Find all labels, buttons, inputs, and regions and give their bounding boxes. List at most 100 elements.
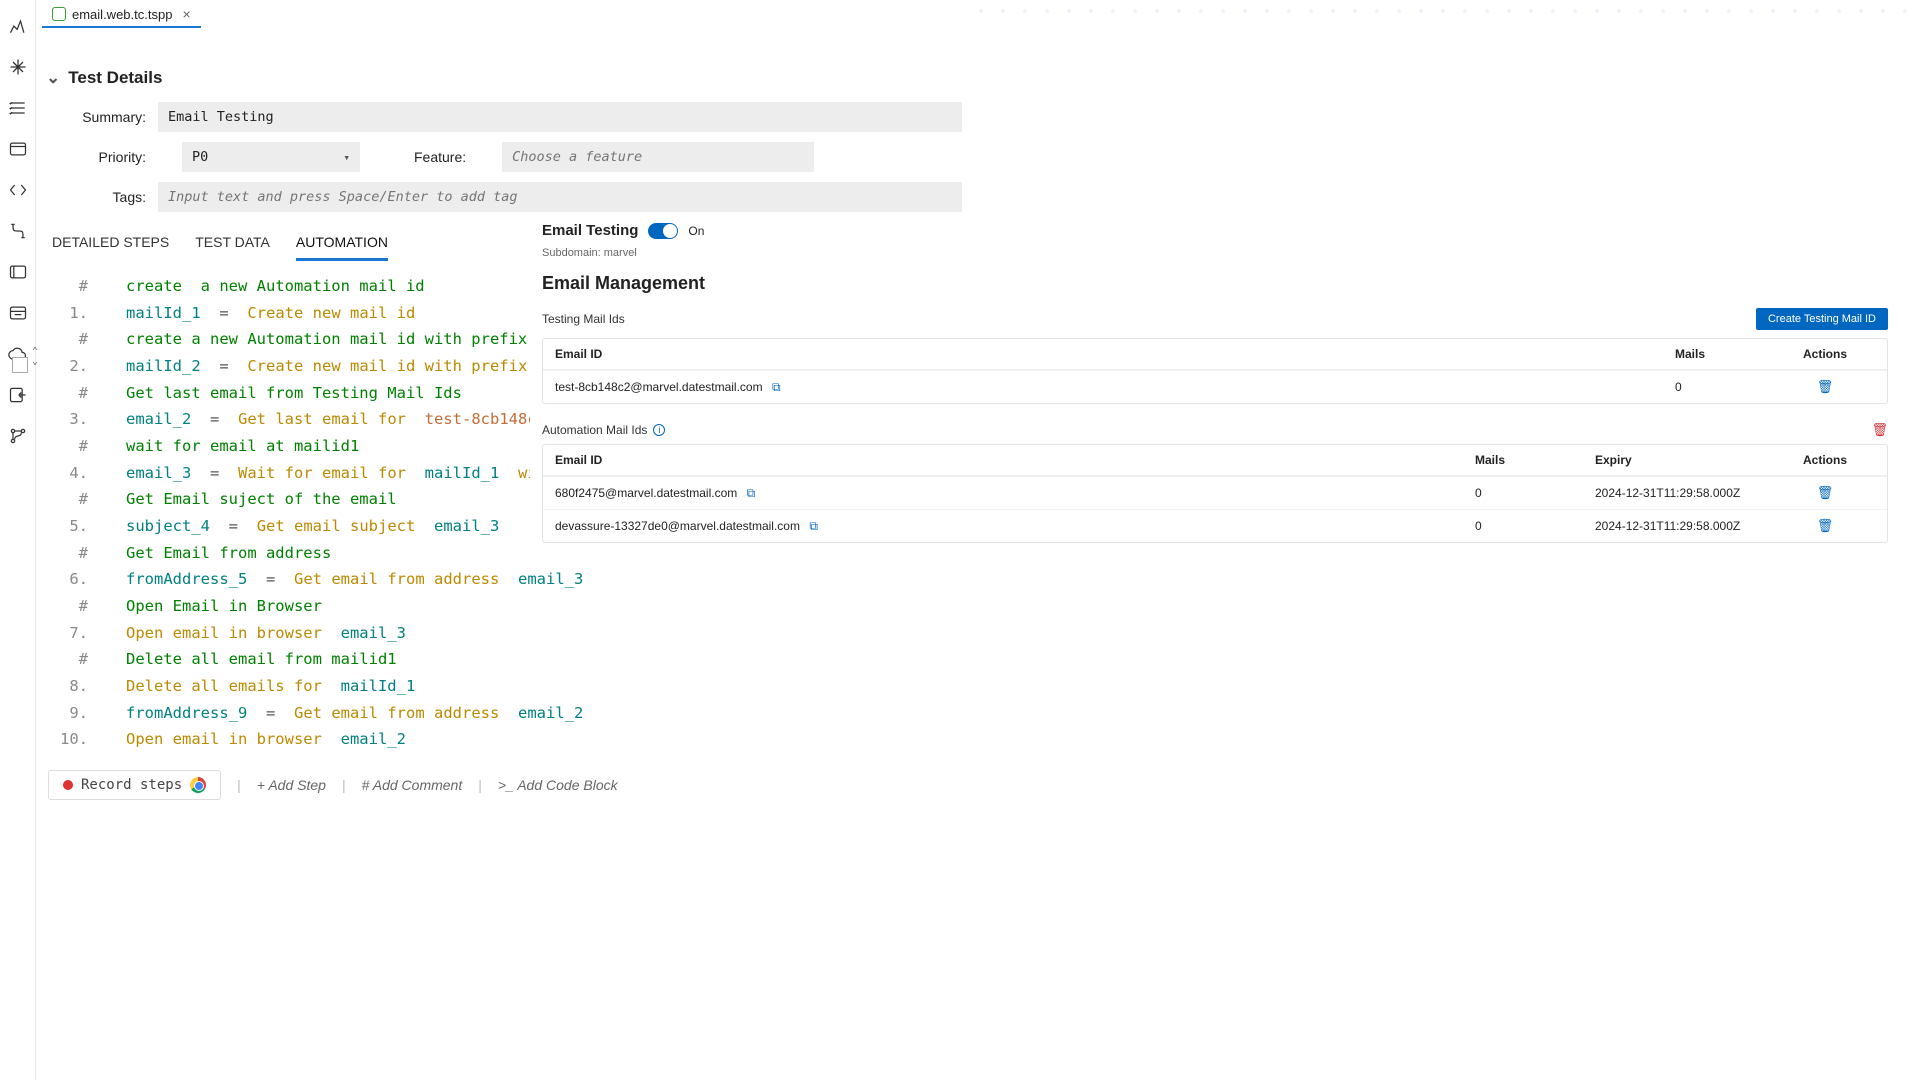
tab-automation[interactable]: AUTOMATION (296, 234, 388, 261)
rail-icon-4[interactable] (8, 139, 28, 162)
step-gutter: # (46, 380, 98, 407)
summary-input[interactable] (158, 102, 962, 132)
subdomain-line: Subdomain: marvel (542, 247, 1888, 259)
step-content: create a new Automation mail id with pre… (98, 326, 527, 353)
add-step-button[interactable]: + Add Step (257, 777, 326, 793)
col-actions: Actions (1775, 347, 1875, 361)
tags-input[interactable] (158, 182, 962, 212)
feature-label: Feature: (414, 149, 466, 165)
step-content: Open email in browser email_3 (98, 620, 406, 647)
rail-icon-branch[interactable] (8, 426, 28, 449)
record-icon (63, 780, 73, 790)
add-code-block-button[interactable]: >_ Add Code Block (498, 777, 618, 793)
mails-cell: 0 (1475, 486, 1595, 500)
step-gutter: 8. (46, 673, 98, 700)
step-content: Open Email in Browser (98, 593, 322, 620)
delete-icon[interactable]: 🗑 (1817, 485, 1834, 500)
step-row[interactable]: 7. Open email in browser email_3 (46, 620, 962, 647)
file-type-icon (52, 7, 66, 21)
separator: | (237, 777, 241, 793)
step-content: Get Email from address (98, 540, 331, 567)
step-gutter: 3. (46, 406, 98, 433)
step-gutter: # (46, 486, 98, 513)
step-gutter: # (46, 540, 98, 567)
rail-icon-5[interactable] (8, 180, 28, 203)
rail-icon-1[interactable] (8, 16, 28, 39)
rail-icon-8[interactable] (8, 303, 28, 326)
step-row[interactable]: 8. Delete all emails for mailId_1 (46, 673, 962, 700)
tab-detailed-steps[interactable]: DETAILED STEPS (52, 234, 169, 261)
file-tab[interactable]: email.web.tc.tspp × (42, 2, 201, 28)
step-content: Get last email from Testing Mail Ids (98, 380, 462, 407)
tab-strip: email.web.tc.tspp × (36, 0, 1920, 30)
expiry-cell: 2024-12-31T11:29:58.000Z (1595, 486, 1775, 500)
step-gutter: 2. (46, 353, 98, 380)
record-steps-button[interactable]: Record steps (48, 770, 221, 800)
automation-mail-table: Email ID Mails Expiry Actions 680f2475@m… (542, 444, 1888, 543)
step-row[interactable]: 6. fromAddress_5 = Get email from addres… (46, 566, 962, 593)
table-row: 680f2475@marvel.datestmail.com ⧉02024-12… (543, 476, 1887, 509)
col-email: Email ID (555, 347, 1675, 361)
col-email: Email ID (555, 453, 1475, 467)
priority-select[interactable]: P0 ▾ (182, 142, 360, 172)
step-row[interactable]: # Delete all email from mailid1 (46, 646, 962, 673)
delete-icon[interactable]: 🗑 (1817, 518, 1834, 533)
rail-icon-2[interactable] (8, 57, 28, 80)
section-title[interactable]: ⌄ Test Details (46, 68, 962, 88)
step-gutter: # (46, 593, 98, 620)
rail-icon-6[interactable] (8, 221, 28, 244)
create-testing-mail-id-button[interactable]: Create Testing Mail ID (1756, 308, 1888, 330)
action-bar: Record steps | + Add Step | # Add Commen… (48, 770, 618, 800)
step-gutter: 4. (46, 460, 98, 487)
panel-title: Email Testing (542, 222, 638, 239)
separator: | (478, 777, 482, 793)
step-gutter: 5. (46, 513, 98, 540)
email-cell: test-8cb148c2@marvel.datestmail.com ⧉ (555, 380, 1675, 395)
panel-heading: Email Management (542, 273, 1888, 294)
step-content: Delete all emails for mailId_1 (98, 673, 415, 700)
step-row[interactable]: # Open Email in Browser (46, 593, 962, 620)
delete-icon[interactable]: 🗑 (1817, 379, 1834, 394)
step-content: mailId_2 = Create new mail id with prefi… (98, 353, 527, 380)
step-content: email_2 = Get last email for test-8cb148… (98, 406, 546, 433)
copy-icon[interactable]: ⧉ (772, 380, 781, 394)
step-content: wait for email at mailid1 (98, 433, 359, 460)
rail-icon-7[interactable] (8, 262, 28, 285)
tags-label: Tags: (46, 189, 146, 205)
step-gutter: # (46, 326, 98, 353)
table-row: test-8cb148c2@marvel.datestmail.com ⧉0 🗑 (543, 370, 1887, 403)
expiry-cell: 2024-12-31T11:29:58.000Z (1595, 519, 1775, 533)
step-content: fromAddress_5 = Get email from address e… (98, 566, 583, 593)
step-content: Get Email suject of the email (98, 486, 397, 513)
add-comment-button[interactable]: # Add Comment (362, 777, 463, 793)
step-row[interactable]: 9. fromAddress_9 = Get email from addres… (46, 700, 962, 727)
delete-all-icon[interactable]: 🗑 (1871, 422, 1888, 438)
email-cell: 680f2475@marvel.datestmail.com ⧉ (555, 486, 1475, 501)
close-icon[interactable]: × (182, 6, 190, 22)
col-expiry: Expiry (1595, 453, 1775, 467)
step-gutter: # (46, 433, 98, 460)
step-gutter: # (46, 646, 98, 673)
priority-value: P0 (192, 149, 208, 165)
step-row[interactable]: 10. Open email in browser email_2 (46, 726, 962, 753)
mails-cell: 0 (1475, 519, 1595, 533)
step-gutter: # (46, 273, 98, 300)
copy-icon[interactable]: ⧉ (809, 519, 818, 533)
step-gutter: 10. (46, 726, 98, 753)
mails-cell: 0 (1675, 380, 1775, 394)
info-icon[interactable]: i (653, 424, 665, 436)
chevron-down-icon: ▾ (343, 151, 350, 164)
rail-icon-import[interactable] (8, 385, 28, 408)
step-content: Open email in browser email_2 (98, 726, 406, 753)
rail-icon-3[interactable] (8, 98, 28, 121)
copy-icon[interactable]: ⧉ (747, 486, 756, 500)
tab-test-data[interactable]: TEST DATA (195, 234, 270, 261)
step-gutter: 6. (46, 566, 98, 593)
testing-mail-table: Email ID Mails Actions test-8cb148c2@mar… (542, 338, 1888, 404)
feature-input[interactable] (502, 142, 814, 172)
step-content: mailId_1 = Create new mail id (98, 300, 415, 327)
email-testing-toggle[interactable] (648, 223, 678, 239)
chrome-icon (190, 777, 206, 793)
file-tab-label: email.web.tc.tspp (72, 7, 172, 22)
step-content: fromAddress_9 = Get email from address e… (98, 700, 583, 727)
